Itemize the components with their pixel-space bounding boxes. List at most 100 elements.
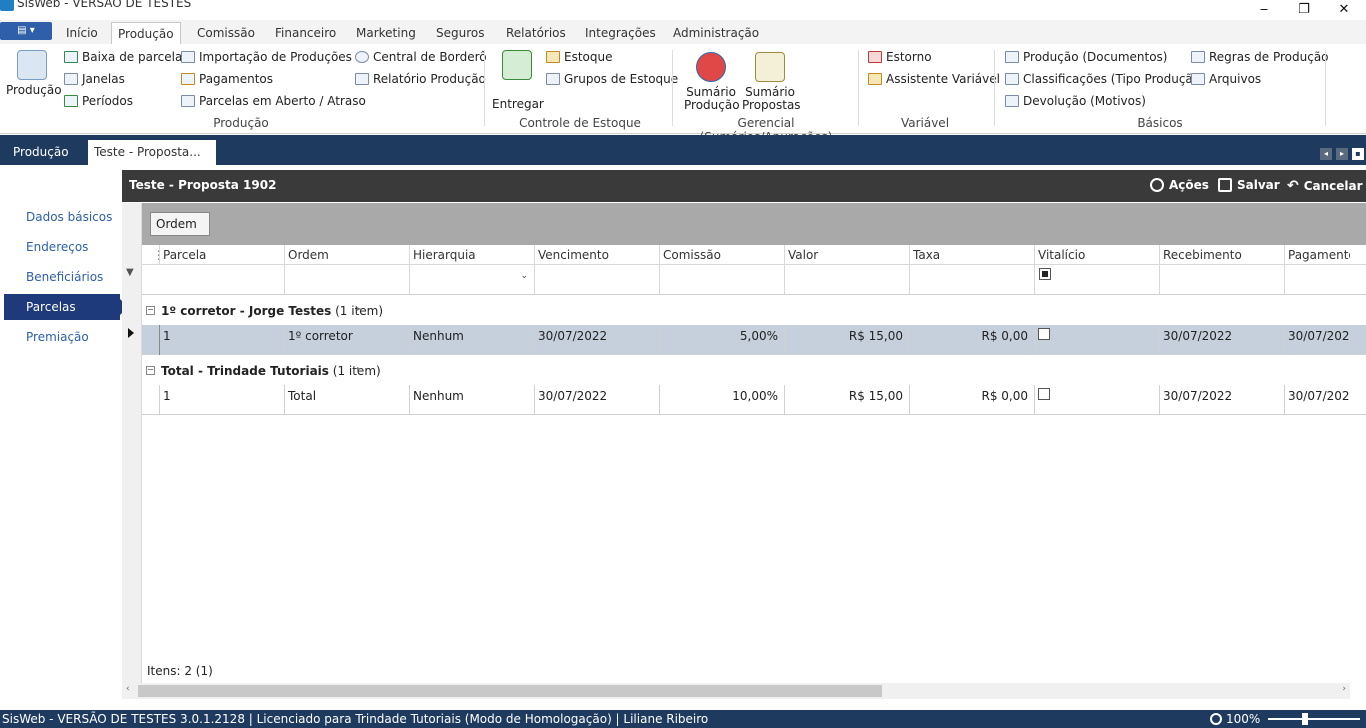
filter-pagamento[interactable] [1284,265,1350,295]
regras-producao-button[interactable]: Regras de Produção [1191,50,1329,64]
tab-relatorios[interactable]: Relatórios [500,22,572,44]
restore-button[interactable]: ❐ [1286,2,1322,20]
tab-comissao[interactable]: Comissão [191,22,261,44]
arquivos-button[interactable]: Arquivos [1191,72,1261,86]
tab-inicio[interactable]: Início [60,22,104,44]
chevron-down-icon[interactable]: ⌄ [520,271,528,281]
cell-pagamento[interactable]: 30/07/2022 [1284,385,1350,415]
cell-recebimento[interactable]: 30/07/2022 [1159,325,1284,355]
scroll-right-arrow-icon[interactable]: › [1342,684,1346,694]
collapse-icon[interactable]: − [146,366,155,375]
pagamentos-button[interactable]: Pagamentos [181,72,273,86]
cell-vencimento[interactable]: 30/07/2022 [534,325,659,355]
filter-recebimento[interactable] [1159,265,1284,295]
sidebar-item-dados-basicos[interactable]: Dados básicos [4,204,120,230]
cell-parcela[interactable]: 1 [159,325,284,355]
column-header-taxa[interactable]: Taxa [909,245,1034,265]
classificacoes-button[interactable]: Classificações (Tipo Produção) [1005,72,1205,86]
filter-taxa[interactable] [909,265,1034,295]
cell-comissao[interactable]: 5,00% [659,325,784,355]
cell-hierarquia[interactable]: Nenhum [409,325,534,355]
cell-valor[interactable]: R$ 15,00 [784,385,909,415]
scroll-left-icon[interactable]: ◂ [1320,148,1332,160]
janelas-button[interactable]: Janelas [64,72,125,86]
cell-ordem[interactable]: Total [284,385,409,415]
cell-comissao[interactable]: 10,00% [659,385,784,415]
table-row[interactable]: 1 1º corretor Nenhum 30/07/2022 5,00% R$… [142,325,1366,355]
tab-integracoes[interactable]: Integrações [579,22,662,44]
acoes-button[interactable]: Ações [1150,178,1209,192]
estorno-button[interactable]: Estorno [868,50,932,64]
entregar-button[interactable]: Entregar [492,50,544,111]
scroll-right-icon[interactable]: ▸ [1336,148,1348,160]
cell-taxa[interactable]: R$ 0,00 [909,385,1034,415]
horizontal-scrollbar[interactable]: ‹ › [122,683,1350,699]
cell-recebimento[interactable]: 30/07/2022 [1159,385,1284,415]
tab-seguros[interactable]: Seguros [430,22,491,44]
filter-icon[interactable]: ▼ [126,267,134,278]
doc-tab-producao[interactable]: Produção [7,140,75,165]
column-header-comissao[interactable]: Comissão [659,245,784,265]
column-header-vitalicio[interactable]: Vitalício [1034,245,1159,265]
producao-documentos-button[interactable]: Produção (Documentos) [1005,50,1168,64]
tab-financeiro[interactable]: Financeiro [269,22,342,44]
zoom-slider-knob[interactable] [1302,713,1308,725]
scrollbar-thumb[interactable] [138,685,882,697]
column-header-valor[interactable]: Valor [784,245,909,265]
table-row[interactable]: 1 Total Nenhum 30/07/2022 10,00% R$ 15,0… [142,385,1366,415]
filter-valor[interactable] [784,265,909,295]
cell-parcela[interactable]: 1 [159,385,284,415]
estoque-button[interactable]: Estoque [546,50,613,64]
column-header-hierarquia[interactable]: Hierarquia [409,245,534,265]
importacao-button[interactable]: Importação de Produções [181,50,352,64]
group-chip-ordem[interactable]: Ordem [150,212,210,236]
filter-hierarquia[interactable]: ⌄ [409,265,534,295]
vitalicio-checkbox[interactable] [1038,328,1050,340]
relatorio-producao-button[interactable]: Relatório Produção [355,72,486,86]
assistente-variavel-button[interactable]: Assistente Variável [868,72,1000,86]
sidebar-item-parcelas[interactable]: Parcelas [4,294,128,320]
minimize-button[interactable]: ‒ [1246,2,1282,20]
baixa-parcelas-button[interactable]: Baixa de parcelas [64,50,189,64]
producao-big-button[interactable]: Produção [6,50,62,97]
tab-marketing[interactable]: Marketing [350,22,422,44]
central-bordero-button[interactable]: Central de Borderô [355,50,487,64]
doc-tab-proposta[interactable]: Teste - Proposta... [88,140,216,165]
cell-vitalicio[interactable] [1034,325,1159,355]
cell-taxa[interactable]: R$ 0,00 [909,325,1034,355]
column-header-ordem[interactable]: Ordem [284,245,409,265]
parcelas-aberto-button[interactable]: Parcelas em Aberto / Atraso [181,94,366,108]
tab-producao[interactable]: Produção [111,22,181,44]
tab-list-icon[interactable]: ▪ [1352,148,1364,160]
salvar-button[interactable]: Salvar [1218,178,1280,192]
grupos-estoque-button[interactable]: Grupos de Estoque [546,72,678,86]
group-row[interactable]: − 1º corretor - Jorge Testes (1 item) ▸ [142,297,1366,325]
devolucao-button[interactable]: Devolução (Motivos) [1005,94,1146,108]
sumario-producao-button[interactable]: Sumário Produção [684,52,740,112]
app-menu-button[interactable]: ▤ ▾ [0,22,52,40]
column-header-pagamento[interactable]: Pagamento [1284,245,1350,265]
cell-hierarquia[interactable]: Nenhum [409,385,534,415]
filter-ordem[interactable] [284,265,409,295]
tab-administracao[interactable]: Administração [667,22,765,44]
sidebar-item-premiacao[interactable]: Premiação [4,324,120,350]
cell-pagamento[interactable]: 30/07/2022 [1284,325,1350,355]
column-header-parcela[interactable]: Parcela [159,245,284,265]
sidebar-item-beneficiarios[interactable]: Beneficiários [4,264,120,290]
filter-comissao[interactable] [659,265,784,295]
filter-vencimento[interactable] [534,265,659,295]
cell-vitalicio[interactable] [1034,385,1159,415]
close-button[interactable]: ✕ [1326,2,1362,20]
column-header-recebimento[interactable]: Recebimento [1159,245,1284,265]
group-row[interactable]: − Total - Trindade Tutoriais (1 item) ▸ [142,357,1366,385]
cell-valor[interactable]: R$ 15,00 [784,325,909,355]
filter-vitalicio[interactable] [1034,265,1159,295]
filter-vitalicio-checkbox[interactable] [1039,268,1051,280]
periodos-button[interactable]: Períodos [64,94,133,108]
cancelar-button[interactable]: ↶ Cancelar [1287,178,1363,194]
cell-vencimento[interactable]: 30/07/2022 [534,385,659,415]
zoom-slider[interactable] [1268,713,1360,725]
filter-parcela[interactable] [142,265,284,295]
vitalicio-checkbox[interactable] [1038,388,1050,400]
collapse-icon[interactable]: − [146,306,155,315]
